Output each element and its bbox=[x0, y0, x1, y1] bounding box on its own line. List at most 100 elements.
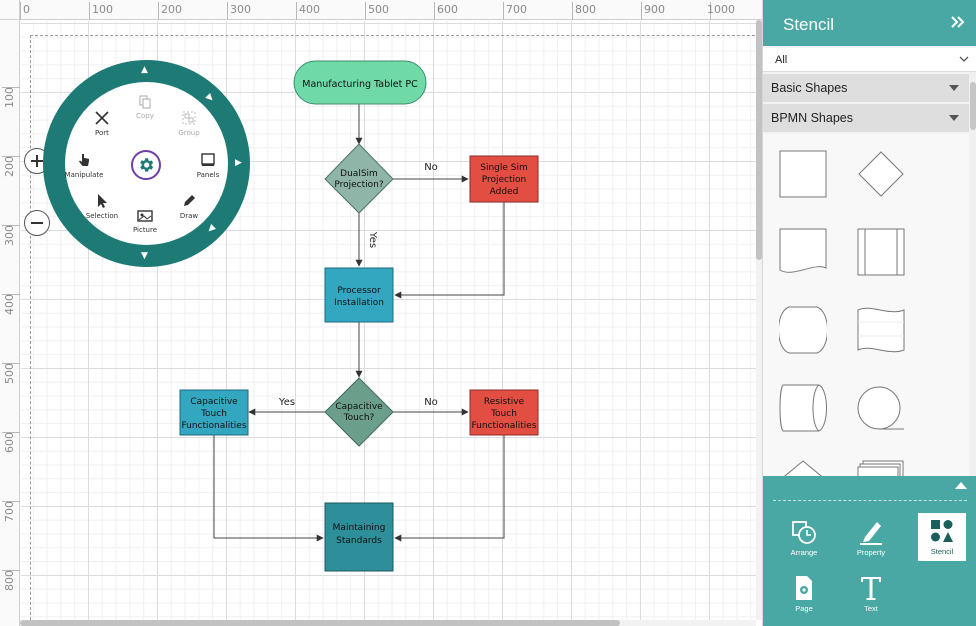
stencil-shape-predefined-process[interactable] bbox=[857, 228, 905, 276]
node-start-terminator[interactable]: Manufacturing Tablet PC bbox=[293, 60, 427, 105]
stencil-category-label: BPMN Shapes bbox=[771, 111, 853, 125]
stencil-category-label: Basic Shapes bbox=[771, 81, 848, 95]
toolbar-text-button[interactable]: Text bbox=[847, 570, 895, 618]
ruler-label-y: 400 bbox=[3, 294, 16, 315]
node-single-sim-added[interactable]: Single Sim Projection Added bbox=[469, 155, 539, 203]
canvas-horizontal-scroll-thumb[interactable] bbox=[20, 620, 620, 626]
stencil-shape-diamond[interactable] bbox=[857, 150, 905, 198]
diagram-builder-app: 0 100 200 300 400 500 600 700 800 900 10… bbox=[0, 0, 976, 626]
stencil-title: Stencil bbox=[783, 15, 835, 34]
vertical-ruler: 100 200 300 400 500 600 700 800 bbox=[0, 20, 20, 626]
stencil-category-basic-shapes[interactable]: Basic Shapes bbox=[763, 74, 969, 102]
minus-icon bbox=[31, 222, 43, 224]
radial-arrow-bottom-icon[interactable]: ▼ bbox=[141, 252, 148, 261]
stencil-shape-terminator[interactable] bbox=[779, 306, 827, 354]
stencil-shape-hexagon[interactable] bbox=[779, 460, 827, 476]
double-chevron-right-icon[interactable] bbox=[949, 13, 967, 31]
property-brush-icon bbox=[860, 522, 882, 545]
radial-menu[interactable]: ▲ ▶ ▶ ▼ ▼ Port Copy Group Manipulate Pan… bbox=[43, 60, 250, 267]
shapes-icon bbox=[931, 520, 953, 542]
node-label-line: Installation bbox=[334, 298, 384, 308]
ruler-label-x: 1000 bbox=[707, 3, 735, 16]
ruler-label-y: 800 bbox=[3, 570, 16, 591]
group-icon bbox=[182, 111, 196, 125]
caret-down-icon bbox=[949, 115, 959, 121]
radial-item-label: Panels bbox=[196, 171, 220, 179]
radial-menu-center-button[interactable] bbox=[131, 150, 161, 180]
radial-item-panels[interactable]: Panels bbox=[184, 152, 232, 179]
node-resistive-functionalities[interactable]: Resistive Touch Functionalities bbox=[469, 389, 539, 436]
node-label-line: Capacitive bbox=[335, 402, 383, 412]
ruler-label-y: 500 bbox=[3, 363, 16, 384]
pencil-icon bbox=[184, 195, 195, 206]
node-label-line: Single Sim bbox=[480, 163, 528, 173]
node-capacitive-functionalities[interactable]: Capacitive Touch Functionalities bbox=[179, 389, 249, 436]
stencil-shape-palette bbox=[763, 134, 969, 476]
toolbar-separator bbox=[773, 500, 967, 501]
stencil-category-bpmn-shapes[interactable]: BPMN Shapes bbox=[763, 104, 969, 132]
stencil-scrollbar[interactable] bbox=[969, 72, 976, 476]
stencil-shape-circle[interactable] bbox=[857, 384, 905, 432]
node-label-line: Maintaining bbox=[333, 523, 386, 533]
edge-label-no: No bbox=[424, 162, 438, 173]
radial-item-label: Selection bbox=[85, 212, 119, 220]
panels-icon bbox=[201, 153, 215, 166]
radial-item-draw[interactable]: Draw bbox=[165, 193, 213, 220]
stencil-shape-tape[interactable] bbox=[857, 306, 905, 354]
ruler-label-x: 800 bbox=[575, 3, 596, 16]
toolbar-property-button[interactable]: Property bbox=[847, 514, 895, 562]
toolbar-button-label: Text bbox=[864, 604, 878, 613]
connector-singlesim-to-processor[interactable] bbox=[394, 202, 505, 299]
radial-item-label: Draw bbox=[179, 212, 199, 220]
radial-arrow-top-icon[interactable]: ▲ bbox=[141, 66, 148, 75]
radial-item-group[interactable]: Group bbox=[165, 110, 213, 137]
radial-item-copy[interactable]: Copy bbox=[121, 95, 169, 120]
radial-item-label: Picture bbox=[132, 226, 158, 234]
hand-pointer-icon bbox=[79, 154, 89, 166]
radial-item-manipulate[interactable]: Manipulate bbox=[60, 152, 108, 179]
node-label-line: Added bbox=[490, 187, 519, 197]
text-t-icon bbox=[861, 577, 881, 600]
ruler-label-x: 100 bbox=[92, 3, 113, 16]
ruler-label-y: 300 bbox=[3, 225, 16, 246]
stencil-filter-value: All bbox=[775, 54, 788, 66]
ruler-label-y: 200 bbox=[3, 156, 16, 177]
edge-label-no: No bbox=[424, 397, 438, 408]
node-processor-installation[interactable]: Processor Installation bbox=[324, 267, 394, 323]
radial-item-port[interactable]: Port bbox=[78, 110, 126, 137]
stencil-shape-multi-document[interactable] bbox=[857, 460, 905, 476]
node-label-line: Functionalities bbox=[181, 421, 246, 431]
toolbar-page-button[interactable]: Page bbox=[780, 570, 828, 618]
edge-label-yes: Yes bbox=[278, 397, 295, 408]
chevron-down-icon bbox=[959, 56, 969, 62]
node-label-line: DualSim bbox=[340, 169, 378, 179]
ruler-label-y: 700 bbox=[3, 501, 16, 522]
page-settings-icon bbox=[796, 576, 812, 600]
stencil-filter-dropdown[interactable]: All bbox=[763, 48, 976, 72]
radial-item-label: Group bbox=[178, 129, 200, 137]
connector-capacitive-to-maintaining[interactable] bbox=[213, 435, 324, 542]
ruler-label-x: 200 bbox=[161, 3, 182, 16]
ruler-label-x: 900 bbox=[644, 3, 665, 16]
node-label-line: Touch bbox=[490, 409, 517, 419]
chevron-up-icon[interactable] bbox=[955, 482, 967, 489]
radial-item-selection[interactable]: Selection bbox=[78, 193, 126, 220]
stencil-scroll-thumb[interactable] bbox=[970, 82, 976, 130]
node-decision-capacitive[interactable]: Capacitive Touch? bbox=[324, 377, 394, 447]
stencil-header: Stencil bbox=[763, 0, 976, 46]
radial-arrow-right-icon[interactable]: ▶ bbox=[235, 159, 242, 168]
radial-item-picture[interactable]: Picture bbox=[121, 209, 169, 234]
plus-icon bbox=[31, 155, 43, 167]
toolbar-arrange-button[interactable]: Arrange bbox=[780, 514, 828, 562]
stencil-shape-document[interactable] bbox=[779, 228, 827, 276]
stencil-shape-direct-data[interactable] bbox=[779, 384, 827, 432]
connector-resistive-to-maintaining[interactable] bbox=[394, 435, 505, 542]
node-decision-dualsim[interactable]: DualSim Projection? bbox=[324, 143, 394, 214]
stencil-shape-rectangle[interactable] bbox=[779, 150, 827, 198]
ruler-corner bbox=[0, 0, 20, 20]
caret-down-icon bbox=[949, 85, 959, 91]
node-maintaining-standards[interactable]: Maintaining Standards bbox=[324, 502, 394, 572]
toolbar-stencil-button[interactable]: Stencil bbox=[918, 513, 966, 561]
horizontal-ruler: 0 100 200 300 400 500 600 700 800 900 10… bbox=[0, 0, 762, 20]
node-label-line: Projection bbox=[482, 175, 527, 185]
